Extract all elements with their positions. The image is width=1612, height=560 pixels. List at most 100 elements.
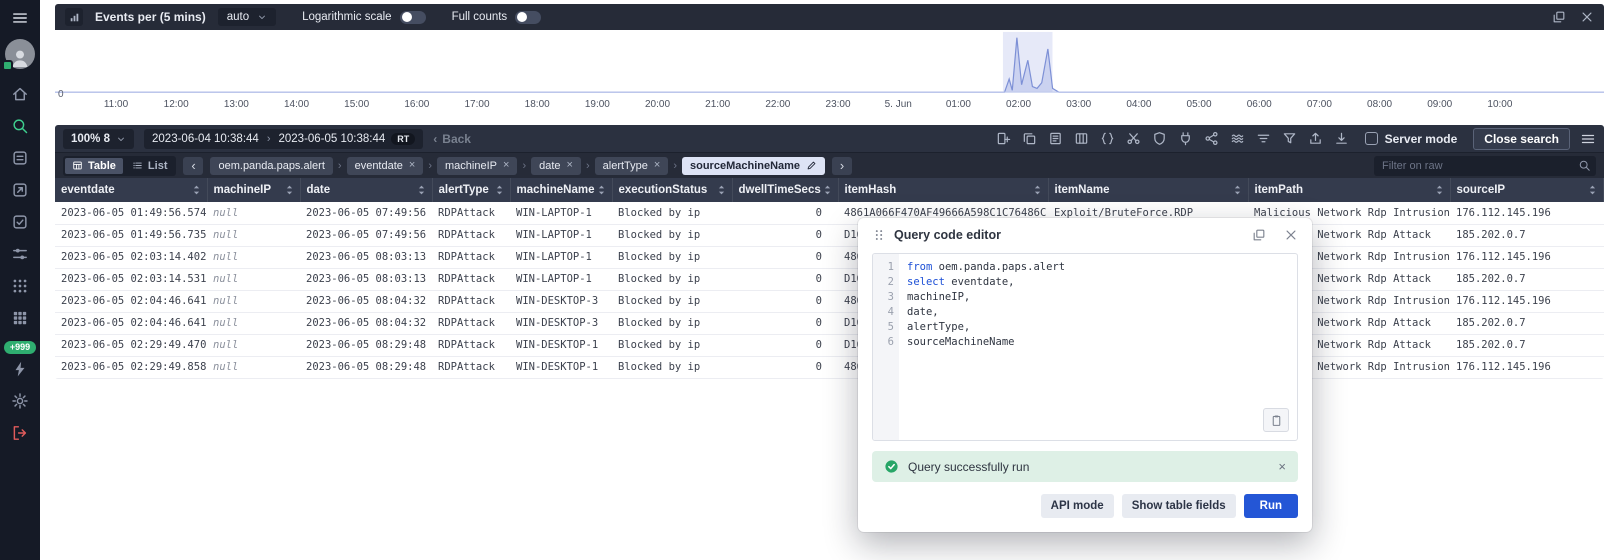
- sort-icon[interactable]: [1588, 183, 1597, 197]
- column-header-itemName[interactable]: itemName: [1048, 178, 1249, 202]
- column-header-machineName[interactable]: machineName: [510, 178, 613, 202]
- column-header-alertType[interactable]: alertType: [432, 178, 511, 202]
- table-row[interactable]: 2023-06-05 02:03:14.531 null 2023-06-05 08…: [55, 268, 1604, 291]
- pencil-icon[interactable]: [806, 160, 817, 171]
- sort-icon[interactable]: [1233, 183, 1242, 197]
- api-mode-button[interactable]: API mode: [1040, 494, 1114, 518]
- interval-select[interactable]: auto: [217, 8, 277, 26]
- sidebar-item-home[interactable]: [11, 85, 29, 103]
- table-row[interactable]: 2023-06-05 02:03:14.402 null 2023-06-05 08…: [55, 246, 1604, 269]
- run-button[interactable]: Run: [1243, 494, 1298, 518]
- table-row[interactable]: 2023-06-05 02:04:46.641 null 2023-06-05 08…: [55, 290, 1604, 313]
- column-header-sourceIP[interactable]: sourceIP: [1450, 178, 1604, 202]
- events-chart[interactable]: 0: [55, 30, 1604, 100]
- column-header-eventdate[interactable]: eventdate: [55, 178, 208, 202]
- column-header-itemHash[interactable]: itemHash: [838, 178, 1049, 202]
- sidebar-item-alerts[interactable]: [11, 149, 29, 167]
- table-row[interactable]: 2023-06-05 02:29:49.858 null 2023-06-05 08…: [55, 356, 1604, 379]
- sidebar-item-logout[interactable]: [11, 424, 29, 442]
- back-button[interactable]: ‹ Back: [433, 132, 471, 146]
- table-row[interactable]: 2023-06-05 01:49:56.574 null 2023-06-05 07…: [55, 202, 1604, 225]
- copy-query-button[interactable]: [1263, 408, 1289, 432]
- log-scale-toggle[interactable]: Logarithmic scale: [302, 10, 426, 24]
- table-row[interactable]: 2023-06-05 01:49:56.735 null 2023-06-05 07…: [55, 224, 1604, 247]
- search-icon[interactable]: [1578, 159, 1591, 172]
- code-line-6[interactable]: sourceMachineName: [907, 335, 1289, 350]
- sidebar-item-notifications[interactable]: +999: [3, 341, 37, 354]
- sort-icon[interactable]: [597, 183, 606, 197]
- sidebar-item-integrations[interactable]: [11, 309, 29, 327]
- cut-icon[interactable]: [1126, 131, 1141, 146]
- user-avatar[interactable]: [2, 39, 35, 71]
- column-header-machineIP[interactable]: machineIP: [207, 178, 301, 202]
- query-code-editor[interactable]: 123456 from oem.panda.paps.alert select e…: [872, 253, 1298, 441]
- column-header-dwellTimeSecs[interactable]: dwellTimeSecs: [732, 178, 839, 202]
- table-view-button[interactable]: Table: [65, 157, 123, 174]
- field-chip-sourceMachineName[interactable]: sourceMachineName: [682, 156, 826, 175]
- funnel-icon[interactable]: [1282, 131, 1297, 146]
- sort-icon[interactable]: [1435, 183, 1444, 197]
- chips-scroll-left[interactable]: ‹: [183, 156, 204, 175]
- add-column-icon[interactable]: [996, 131, 1011, 146]
- remove-chip-icon[interactable]: ×: [409, 160, 415, 171]
- sidebar-item-search[interactable]: [11, 117, 29, 135]
- columns-icon[interactable]: [1074, 131, 1089, 146]
- sidebar-item-automation[interactable]: [11, 360, 29, 378]
- column-header-date[interactable]: date: [300, 178, 433, 202]
- raw-filter-input[interactable]: [1374, 155, 1596, 176]
- sort-icon[interactable]: [823, 183, 832, 197]
- source-chip[interactable]: oem.panda.paps.alert: [210, 156, 333, 175]
- code-line-4[interactable]: date,: [907, 305, 1289, 320]
- sort-icon[interactable]: [717, 183, 726, 197]
- time-range-picker[interactable]: 2023-06-04 10:38:44 › 2023-06-05 10:38:4…: [144, 128, 424, 149]
- table-row[interactable]: 2023-06-05 02:04:46.641 null 2023-06-05 08…: [55, 312, 1604, 335]
- close-icon[interactable]: [1580, 10, 1594, 24]
- toolbar-menu-icon[interactable]: [1580, 131, 1596, 147]
- sidebar-item-settings[interactable]: [11, 392, 29, 410]
- server-mode-toggle[interactable]: Server mode: [1364, 132, 1457, 146]
- stream-icon[interactable]: [1230, 131, 1245, 146]
- report-icon[interactable]: [1048, 131, 1063, 146]
- chips-scroll-right[interactable]: ›: [832, 156, 853, 175]
- list-view-button[interactable]: List: [125, 158, 175, 174]
- field-chip-eventdate[interactable]: eventdate ×: [346, 156, 424, 175]
- dialog-header[interactable]: Query code editor: [858, 218, 1312, 249]
- column-header-itemPath[interactable]: itemPath: [1248, 178, 1451, 202]
- field-chip-date[interactable]: date ×: [531, 156, 581, 175]
- shield-icon[interactable]: [1152, 131, 1167, 146]
- sidebar-item-fields[interactable]: [11, 245, 29, 263]
- filter-lines-icon[interactable]: [1256, 131, 1271, 146]
- code-line-1[interactable]: from oem.panda.paps.alert: [907, 260, 1289, 275]
- download-icon[interactable]: [1334, 131, 1349, 146]
- share-icon[interactable]: [1204, 131, 1219, 146]
- export-icon[interactable]: [1308, 131, 1323, 146]
- popout-icon[interactable]: [1252, 228, 1266, 242]
- field-chip-machineIP[interactable]: machineIP ×: [437, 156, 518, 175]
- sidebar-item-cases[interactable]: [11, 213, 29, 231]
- copy-rows-icon[interactable]: [1022, 131, 1037, 146]
- code-braces-icon[interactable]: [1100, 131, 1115, 146]
- close-search-button[interactable]: Close search: [1473, 127, 1570, 150]
- main-menu-button[interactable]: [11, 9, 29, 27]
- column-header-executionStatus[interactable]: executionStatus: [612, 178, 733, 202]
- sidebar-item-incidents[interactable]: [11, 181, 29, 199]
- toast-close-icon[interactable]: ×: [1278, 459, 1286, 474]
- code-line-2[interactable]: select eventdate,: [907, 275, 1289, 290]
- code-line-5[interactable]: alertType,: [907, 320, 1289, 335]
- sort-icon[interactable]: [285, 183, 294, 197]
- log-scale-switch[interactable]: [399, 10, 426, 24]
- dialog-close-icon[interactable]: [1284, 228, 1298, 242]
- field-chip-alertType[interactable]: alertType ×: [594, 156, 669, 175]
- sort-icon[interactable]: [417, 183, 426, 197]
- remove-chip-icon[interactable]: ×: [503, 160, 509, 171]
- server-mode-checkbox[interactable]: [1364, 132, 1378, 145]
- sidebar-item-apps[interactable]: [11, 277, 29, 295]
- chart-type-button[interactable]: [65, 8, 83, 26]
- table-row[interactable]: 2023-06-05 02:29:49.470 null 2023-06-05 08…: [55, 334, 1604, 357]
- sort-icon[interactable]: [1033, 183, 1042, 197]
- full-counts-switch[interactable]: [515, 10, 542, 24]
- code-line-3[interactable]: machineIP,: [907, 290, 1289, 305]
- sort-icon[interactable]: [192, 183, 201, 197]
- popout-icon[interactable]: [1552, 10, 1566, 24]
- plugin-icon[interactable]: [1178, 131, 1193, 146]
